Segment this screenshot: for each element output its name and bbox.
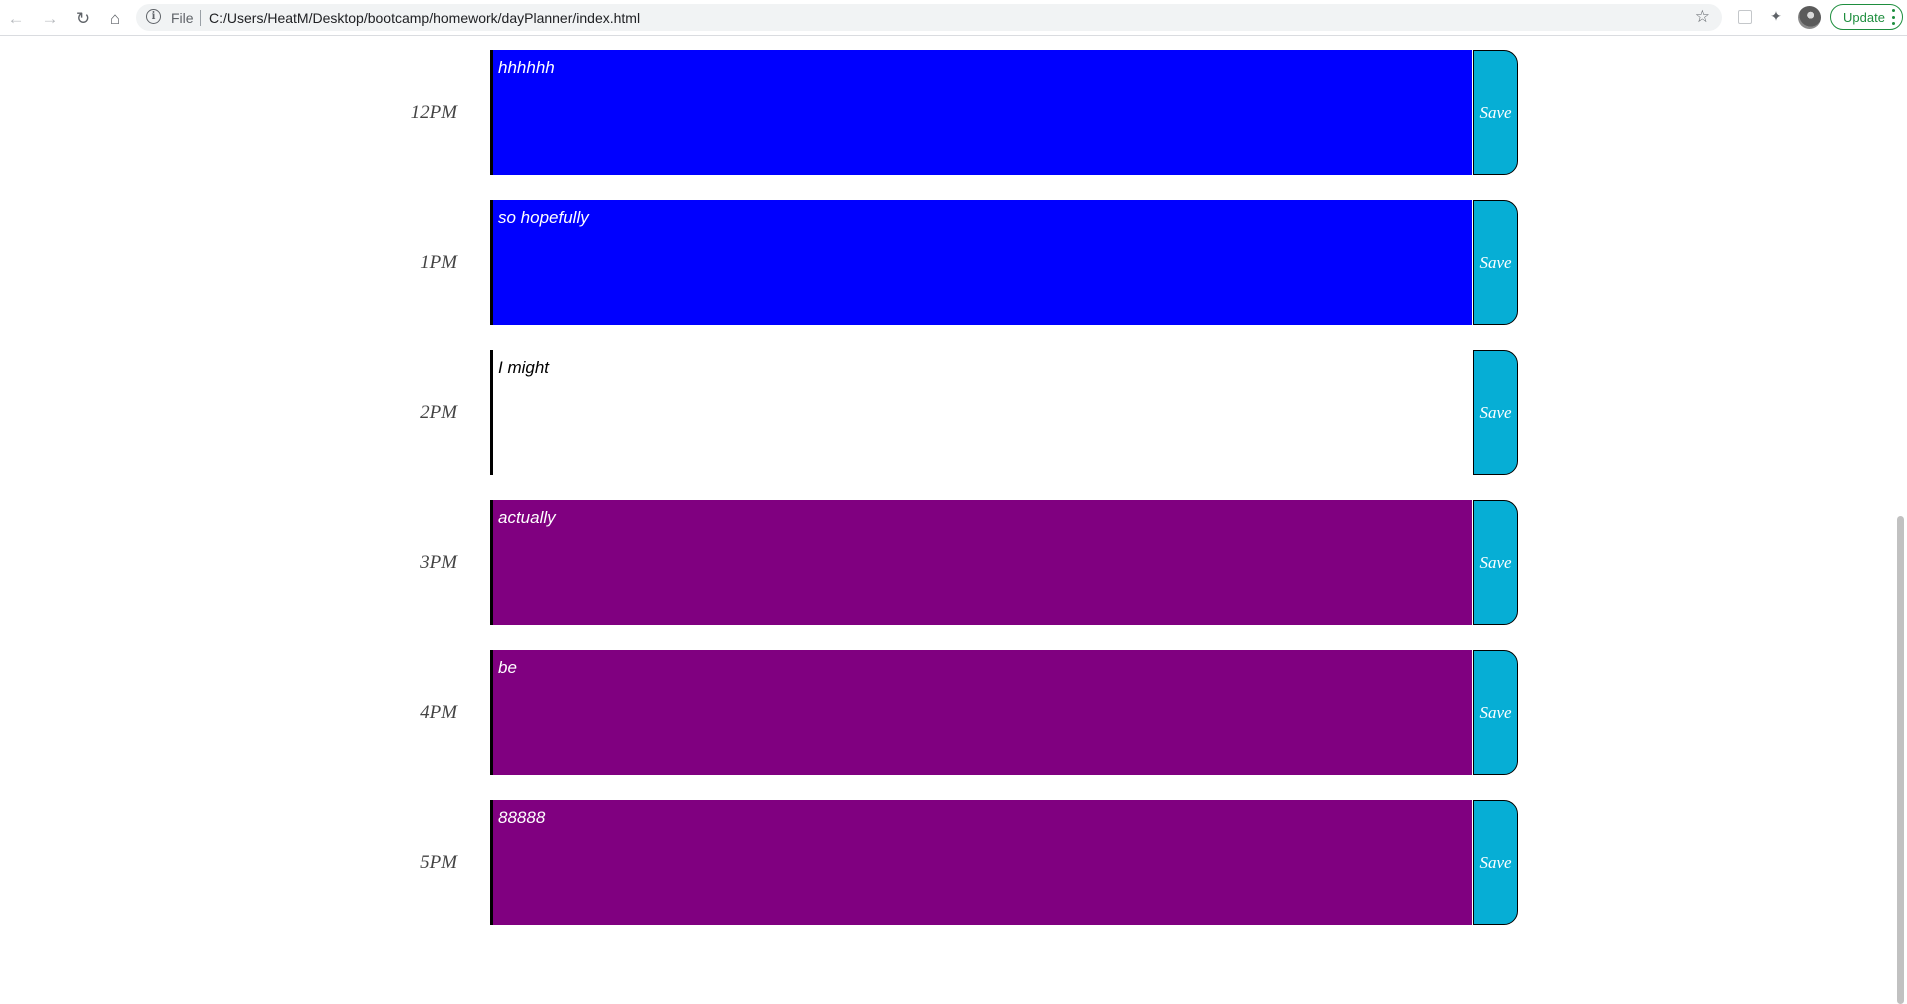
browser-toolbar: ← → ↻ ⌂ i File C:/Users/HeatM/Desktop/bo… [0, 0, 1907, 36]
reload-icon[interactable]: ↻ [71, 6, 95, 30]
avatar[interactable] [1798, 6, 1821, 29]
divider [200, 10, 201, 26]
scheme-label: File [171, 10, 194, 26]
save-button[interactable]: Save [1473, 50, 1518, 175]
save-button[interactable]: Save [1473, 200, 1518, 325]
update-label: Update [1843, 9, 1885, 25]
hour-label: 5PM [420, 851, 457, 873]
update-button[interactable]: Update [1830, 4, 1903, 30]
scroll-thumb[interactable] [1897, 516, 1904, 1004]
save-button[interactable]: Save [1473, 350, 1518, 475]
url-text[interactable]: C:/Users/HeatM/Desktop/bootcamp/homework… [209, 10, 640, 26]
event-textarea[interactable]: actually [490, 500, 1472, 625]
event-textarea[interactable]: be [490, 650, 1472, 775]
hour-label: 2PM [420, 401, 457, 423]
time-block-row: 1PM so hopefully Save [0, 200, 1894, 325]
time-block-row: 2PM I might Save [0, 350, 1894, 475]
event-textarea[interactable]: hhhhhh [490, 50, 1472, 175]
hour-label: 3PM [420, 551, 457, 573]
puzzle-icon[interactable]: ✦ [1768, 8, 1784, 24]
address-bar[interactable]: i File C:/Users/HeatM/Desktop/bootcamp/h… [136, 4, 1722, 31]
hour-label: 4PM [420, 701, 457, 723]
extension-icon[interactable] [1738, 10, 1752, 24]
save-button[interactable]: Save [1473, 800, 1518, 925]
info-icon[interactable]: i [146, 9, 161, 24]
save-button[interactable]: Save [1473, 500, 1518, 625]
day-planner: 12PM hhhhhh Save 1PM so hopefully Save 2… [0, 36, 1894, 1004]
event-textarea[interactable]: 88888 [490, 800, 1472, 925]
time-block-row: 5PM 88888 Save [0, 800, 1894, 925]
menu-dots-icon[interactable] [1891, 9, 1895, 25]
back-arrow-icon[interactable]: ← [4, 6, 28, 30]
event-textarea[interactable]: so hopefully [490, 200, 1472, 325]
save-button[interactable]: Save [1473, 650, 1518, 775]
page-scrollbar[interactable] [1894, 36, 1907, 1004]
time-block-row: 12PM hhhhhh Save [0, 50, 1894, 175]
bookmark-star-icon[interactable]: ☆ [1695, 7, 1710, 27]
time-block-row: 3PM actually Save [0, 500, 1894, 625]
time-block-row: 4PM be Save [0, 650, 1894, 775]
hour-label: 1PM [420, 251, 457, 273]
home-icon[interactable]: ⌂ [103, 6, 127, 30]
event-textarea[interactable]: I might [490, 350, 1472, 475]
forward-arrow-icon[interactable]: → [38, 6, 62, 30]
hour-label: 12PM [410, 101, 457, 123]
